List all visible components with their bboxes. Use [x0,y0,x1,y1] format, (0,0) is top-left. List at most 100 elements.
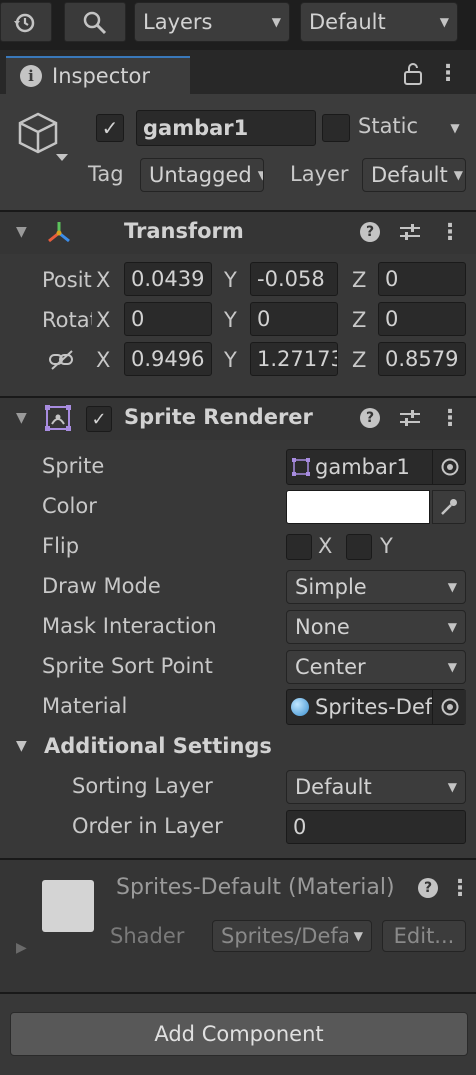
presets-icon[interactable] [398,220,422,244]
sprite-sort-point-label: Sprite Sort Point [42,654,213,678]
object-name: gambar1 [143,116,249,140]
object-name-field[interactable]: gambar1 [136,110,316,146]
sprite-renderer-icon [44,404,74,434]
axis-z-label: Z [352,308,367,332]
sprite-sort-point-value: Center [295,655,366,679]
scale-z-field[interactable]: 0.8579 [378,342,466,376]
scale-y-field[interactable]: 1.27173 [250,342,338,376]
rotation-z-value: 0 [385,307,399,331]
eyedropper-icon[interactable] [432,490,466,524]
static-checkbox[interactable] [322,114,350,142]
shader-value: Sprites/Default [221,924,348,948]
sprite-label: Sprite [42,454,105,478]
rotation-x-field[interactable]: 0 [124,302,212,336]
sprite-renderer-enabled-checkbox[interactable]: ✓ [86,406,112,432]
draw-mode-label: Draw Mode [42,574,161,598]
chevron-down-icon: ▼ [447,580,457,594]
axis-z-label: Z [352,268,367,292]
axis-x-label: X [96,348,111,372]
axis-x-label: X [96,308,111,332]
axis-y-label: Y [224,308,237,332]
help-icon[interactable]: ? [418,878,438,898]
tab-menu-icon[interactable]: ⋮ [437,58,459,88]
chevron-down-icon: ▼ [353,929,363,943]
sprite-sort-point-dropdown[interactable]: Center ▼ [286,650,466,684]
scale-x-field[interactable]: 0.9496 [124,342,212,376]
object-picker-icon[interactable] [432,450,466,484]
material-preview-swatch [42,880,94,932]
tag-label: Tag [88,162,124,186]
sprite-asset-icon [291,457,311,477]
tag-value: Untagged [149,163,252,187]
position-x-value: 0.0439 [131,267,205,291]
layers-dropdown[interactable]: Layers ▼ [134,2,290,42]
static-dropdown-icon[interactable]: ▼ [444,118,466,138]
foldout-arrow-icon[interactable]: ▼ [16,224,27,240]
position-y-field[interactable]: -0.058 [250,262,338,296]
help-icon[interactable]: ? [360,222,380,242]
presets-icon[interactable] [398,406,422,430]
object-picker-icon[interactable] [432,690,466,724]
foldout-arrow-icon[interactable]: ▼ [16,738,27,754]
layer-dropdown[interactable]: Default ▼ [362,158,466,192]
lock-icon[interactable] [402,62,424,86]
scale-y-value: 1.27173 [257,347,338,371]
flip-y-label: Y [380,534,393,558]
position-label: Position [42,268,92,292]
color-swatch[interactable] [286,490,430,524]
order-in-layer-label: Order in Layer [72,814,223,838]
layer-label: Layer [290,162,349,186]
transform-icon [44,218,74,248]
additional-settings-foldout[interactable]: Additional Settings [44,734,272,758]
sorting-layer-label: Sorting Layer [72,774,213,798]
chevron-down-icon: ▼ [252,168,263,182]
layout-dropdown[interactable]: Default ▼ [300,2,458,42]
draw-mode-dropdown[interactable]: Simple ▼ [286,570,466,604]
order-in-layer-field[interactable]: 0 [286,810,466,844]
axis-y-label: Y [224,268,237,292]
tab-title: Inspector [52,64,150,88]
help-icon[interactable]: ? [360,408,380,428]
rotation-y-value: 0 [257,307,271,331]
layout-label: Default [309,10,386,34]
scale-x-value: 0.9496 [131,347,205,371]
rotation-x-value: 0 [131,307,145,331]
add-component-button[interactable]: Add Component [10,1012,468,1056]
position-x-field[interactable]: 0.0439 [124,262,212,296]
transform-title: Transform [124,219,244,243]
flip-x-checkbox[interactable] [286,534,312,560]
shader-label: Shader [110,924,185,948]
shader-dropdown[interactable]: Sprites/Default ▼ [212,920,372,952]
position-z-value: 0 [385,267,399,291]
foldout-arrow-icon[interactable]: ▶ [16,940,27,956]
edit-shader-button[interactable]: Edit... [382,920,466,952]
mask-interaction-dropdown[interactable]: None ▼ [286,610,466,644]
chevron-down-icon: ▼ [453,168,463,182]
component-menu-icon[interactable]: ⋮ [449,874,471,902]
position-y-value: -0.058 [257,267,325,291]
sorting-layer-dropdown[interactable]: Default ▼ [286,770,466,804]
component-menu-icon[interactable]: ⋮ [439,218,461,246]
tab-inspector[interactable]: i Inspector [6,56,190,94]
position-z-field[interactable]: 0 [378,262,466,296]
gameobject-cube-icon[interactable] [16,110,76,168]
flip-y-checkbox[interactable] [346,534,372,560]
axis-y-label: Y [224,348,237,372]
history-icon [12,11,36,35]
rotation-y-field[interactable]: 0 [250,302,338,336]
flip-label: Flip [42,534,80,558]
material-asset-icon [291,698,309,716]
add-component-label: Add Component [154,1022,324,1046]
material-title: Sprites-Default (Material) [116,875,395,900]
search-icon [82,10,108,36]
active-checkbox[interactable]: ✓ [96,114,124,142]
tag-dropdown[interactable]: Untagged▼ [140,158,264,192]
rotation-z-field[interactable]: 0 [378,302,466,336]
rotation-label: Rotation [42,308,92,332]
mask-interaction-value: None [295,615,350,639]
draw-mode-value: Simple [295,575,367,599]
component-menu-icon[interactable]: ⋮ [439,404,461,432]
position-row: Position X 0.0439 Y -0.058 Z 0 [0,260,476,300]
foldout-arrow-icon[interactable]: ▼ [16,410,27,426]
constrain-proportions-icon[interactable] [46,348,78,372]
